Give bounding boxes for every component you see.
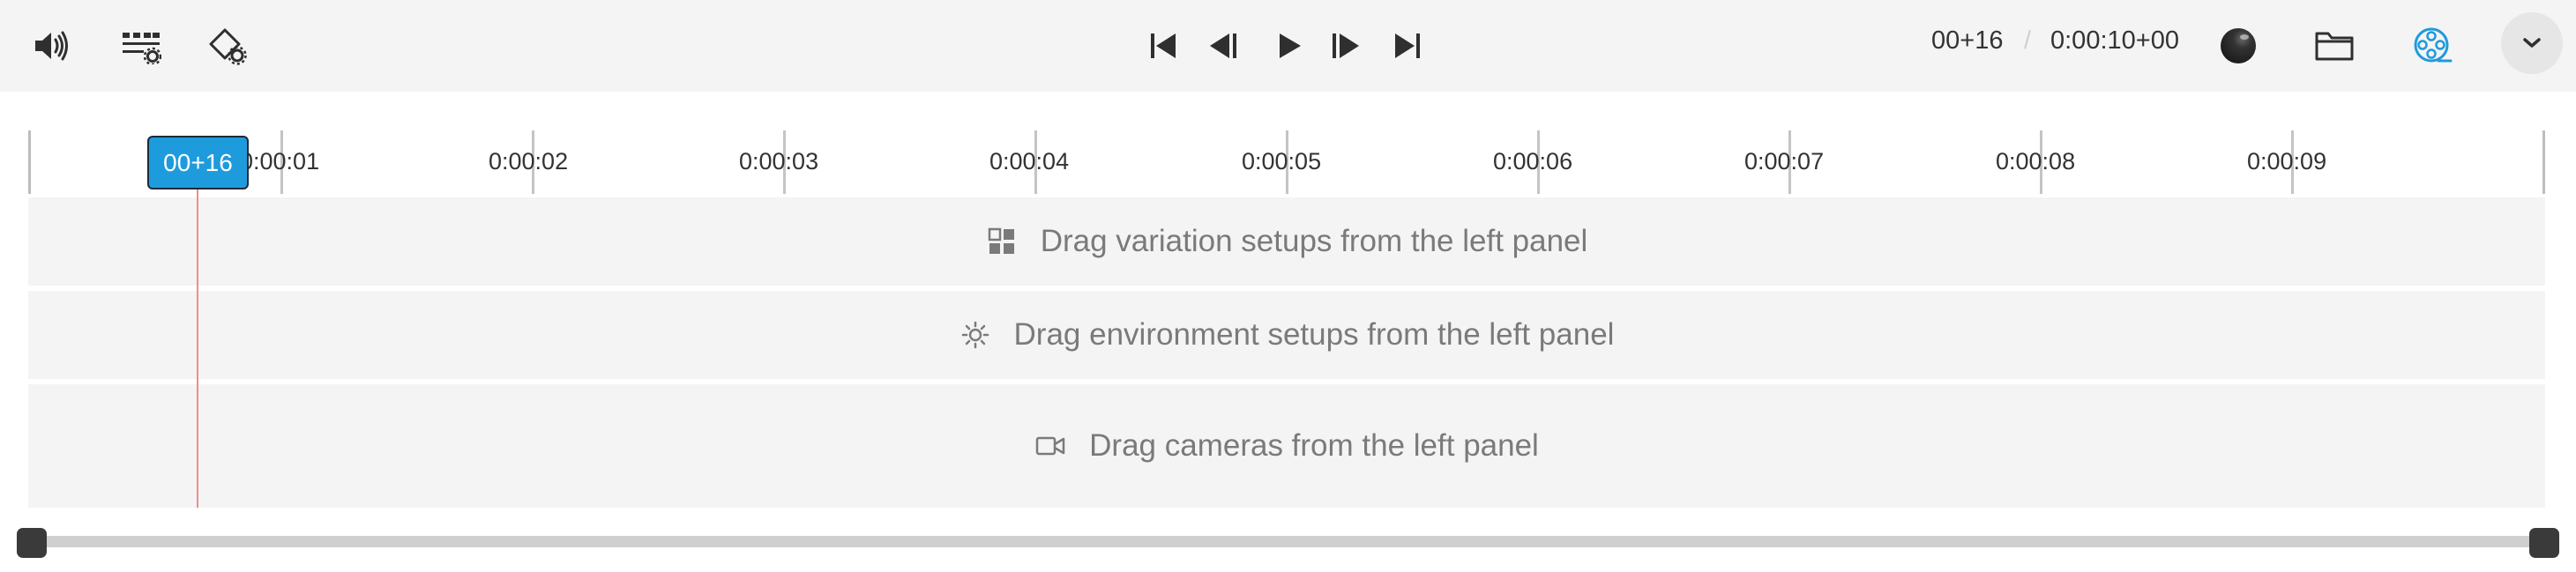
ruler-tick-label: 0:00:01 bbox=[240, 148, 320, 175]
variations-track-hint: Drag variation setups from the left pane… bbox=[1040, 224, 1588, 258]
folder-icon[interactable] bbox=[2308, 19, 2361, 72]
film-reel-icon[interactable] bbox=[2406, 19, 2459, 72]
current-timecode: 00+16 bbox=[1931, 26, 2004, 55]
ruler-tick-label: 0:00:03 bbox=[739, 148, 819, 175]
ruler-tick-label: 0:00:05 bbox=[1242, 148, 1322, 175]
render-sphere-icon[interactable] bbox=[2212, 19, 2265, 72]
ruler-tick-label: 0:00:09 bbox=[2247, 148, 2327, 175]
step-back-icon[interactable] bbox=[1197, 19, 1250, 72]
timecode-separator: / bbox=[2024, 26, 2032, 55]
range-end-handle[interactable] bbox=[2529, 528, 2559, 558]
timeline-range-scrollbar[interactable] bbox=[32, 536, 2545, 547]
speaker-icon[interactable] bbox=[25, 19, 78, 72]
environment-track[interactable]: Drag environment setups from the left pa… bbox=[28, 291, 2545, 379]
ruler-start-edge bbox=[28, 130, 31, 194]
track-settings-icon[interactable] bbox=[115, 19, 168, 72]
ruler-tick-label: 0:00:04 bbox=[989, 148, 1070, 175]
play-icon[interactable] bbox=[1263, 19, 1316, 72]
variations-track[interactable]: Drag variation setups from the left pane… bbox=[28, 197, 2545, 286]
chevron-down-icon[interactable] bbox=[2501, 12, 2563, 74]
sun-icon bbox=[959, 319, 991, 351]
ruler-tick-label: 0:00:06 bbox=[1493, 148, 1573, 175]
skip-to-end-icon[interactable] bbox=[1381, 19, 1434, 72]
playhead-line bbox=[197, 185, 198, 508]
total-duration-timecode: 0:00:10+00 bbox=[2050, 26, 2179, 55]
environment-track-hint: Drag environment setups from the left pa… bbox=[1013, 317, 1615, 352]
variations-grid-icon bbox=[986, 226, 1018, 257]
ruler-tick-label: 0:00:08 bbox=[1996, 148, 2076, 175]
timeline-ruler[interactable]: 0:00:01 0:00:02 0:00:03 0:00:04 0:00:05 … bbox=[28, 130, 2545, 194]
ruler-end-edge bbox=[2542, 130, 2545, 194]
range-start-handle[interactable] bbox=[17, 528, 47, 558]
keyframe-settings-icon[interactable] bbox=[201, 19, 254, 72]
skip-to-start-icon[interactable] bbox=[1137, 19, 1190, 72]
ruler-tick-label: 0:00:02 bbox=[489, 148, 569, 175]
cameras-track-hint: Drag cameras from the left panel bbox=[1089, 428, 1539, 463]
step-forward-icon[interactable] bbox=[1319, 19, 1372, 72]
playhead-handle[interactable]: 00+16 bbox=[147, 136, 249, 189]
camera-icon bbox=[1034, 430, 1066, 462]
cameras-track[interactable]: Drag cameras from the left panel bbox=[28, 384, 2545, 508]
ruler-tick-label: 0:00:07 bbox=[1744, 148, 1825, 175]
timeline-toolbar: 00+16 / 0:00:10+00 bbox=[0, 0, 2576, 92]
